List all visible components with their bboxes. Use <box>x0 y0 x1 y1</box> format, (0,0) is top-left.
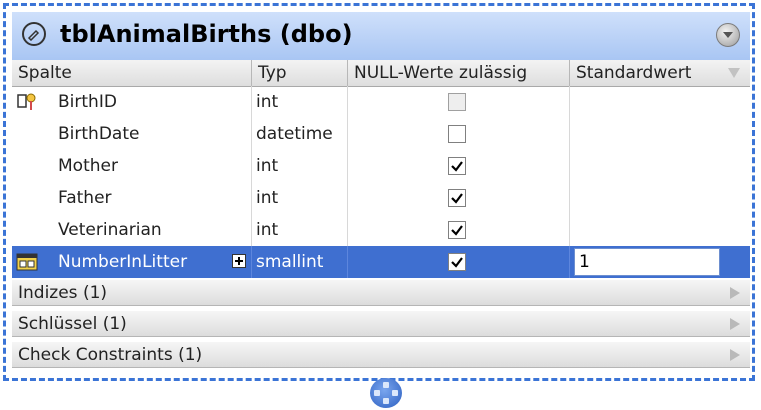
default-cell[interactable] <box>570 118 750 150</box>
table-row-selected[interactable]: NumberInLitter smallint 1 <box>12 246 750 278</box>
expand-arrow-icon[interactable] <box>730 318 740 330</box>
checkmark-icon <box>451 257 463 268</box>
nullable-cell <box>348 182 570 214</box>
nullable-checkbox[interactable] <box>448 253 466 271</box>
default-value-input[interactable]: 1 <box>574 248 720 276</box>
table-title: tblAnimalBirths (dbo) <box>60 20 353 48</box>
column-type[interactable]: smallint <box>252 246 348 278</box>
column-type[interactable]: int <box>252 86 348 118</box>
checkmark-icon <box>451 193 463 204</box>
table-title-bar[interactable]: tblAnimalBirths (dbo) <box>12 12 750 61</box>
column-header-row: Spalte Typ NULL-Werte zulässig Standardw… <box>12 60 750 87</box>
default-cell[interactable] <box>570 214 750 246</box>
header-standardwert[interactable]: Standardwert <box>570 60 750 86</box>
column-type[interactable]: int <box>252 214 348 246</box>
section-check-constraints[interactable]: Check Constraints (1) <box>12 342 750 368</box>
nullable-checkbox[interactable] <box>448 125 466 143</box>
collapse-button[interactable] <box>716 23 740 47</box>
nullable-checkbox[interactable] <box>448 157 466 175</box>
table-row[interactable]: Veterinarian int <box>12 214 750 246</box>
header-null-werte[interactable]: NULL-Werte zulässig <box>348 60 570 86</box>
column-type[interactable]: datetime <box>252 118 348 150</box>
expand-icon[interactable] <box>232 254 246 268</box>
table-row[interactable]: Mother int <box>12 150 750 182</box>
nullable-cell <box>348 214 570 246</box>
default-cell[interactable] <box>570 86 750 118</box>
table-row[interactable]: Father int <box>12 182 750 214</box>
nullable-checkbox[interactable] <box>448 221 466 239</box>
checkmark-icon <box>451 161 463 172</box>
section-label: Indizes (1) <box>18 283 108 303</box>
column-type[interactable]: int <box>252 150 348 182</box>
section-label: Schlüssel (1) <box>18 314 127 334</box>
section-schluessel[interactable]: Schlüssel (1) <box>12 311 750 337</box>
column-name[interactable]: Mother <box>58 150 252 182</box>
column-name[interactable]: Veterinarian <box>58 214 252 246</box>
expand-arrow-icon[interactable] <box>730 349 740 361</box>
nullable-checkbox[interactable] <box>448 93 466 111</box>
section-label: Check Constraints (1) <box>18 345 203 365</box>
filter-arrow-icon[interactable] <box>728 68 740 78</box>
nullable-checkbox[interactable] <box>448 189 466 207</box>
default-cell: 1 <box>570 246 750 278</box>
default-cell[interactable] <box>570 182 750 214</box>
column-name[interactable]: BirthDate <box>58 118 252 150</box>
primary-key-icon <box>16 91 38 113</box>
section-indizes[interactable]: Indizes (1) <box>12 280 750 306</box>
column-name[interactable]: BirthID <box>58 86 252 118</box>
edit-icon[interactable] <box>22 22 46 46</box>
default-cell[interactable] <box>570 150 750 182</box>
column-name[interactable]: NumberInLitter <box>58 246 252 278</box>
table-row[interactable]: BirthID int <box>12 86 750 118</box>
column-type[interactable]: int <box>252 182 348 214</box>
column-name[interactable]: Father <box>58 182 252 214</box>
column-icon <box>16 251 38 273</box>
nullable-cell <box>348 86 570 118</box>
nullable-cell <box>348 150 570 182</box>
connector-handle[interactable] <box>370 378 402 408</box>
header-typ[interactable]: Typ <box>252 60 348 86</box>
header-spalte[interactable]: Spalte <box>12 60 252 86</box>
checkmark-icon <box>451 225 463 236</box>
nullable-cell <box>348 246 570 278</box>
nullable-cell <box>348 118 570 150</box>
table-row[interactable]: BirthDate datetime <box>12 118 750 150</box>
expand-arrow-icon[interactable] <box>730 287 740 299</box>
